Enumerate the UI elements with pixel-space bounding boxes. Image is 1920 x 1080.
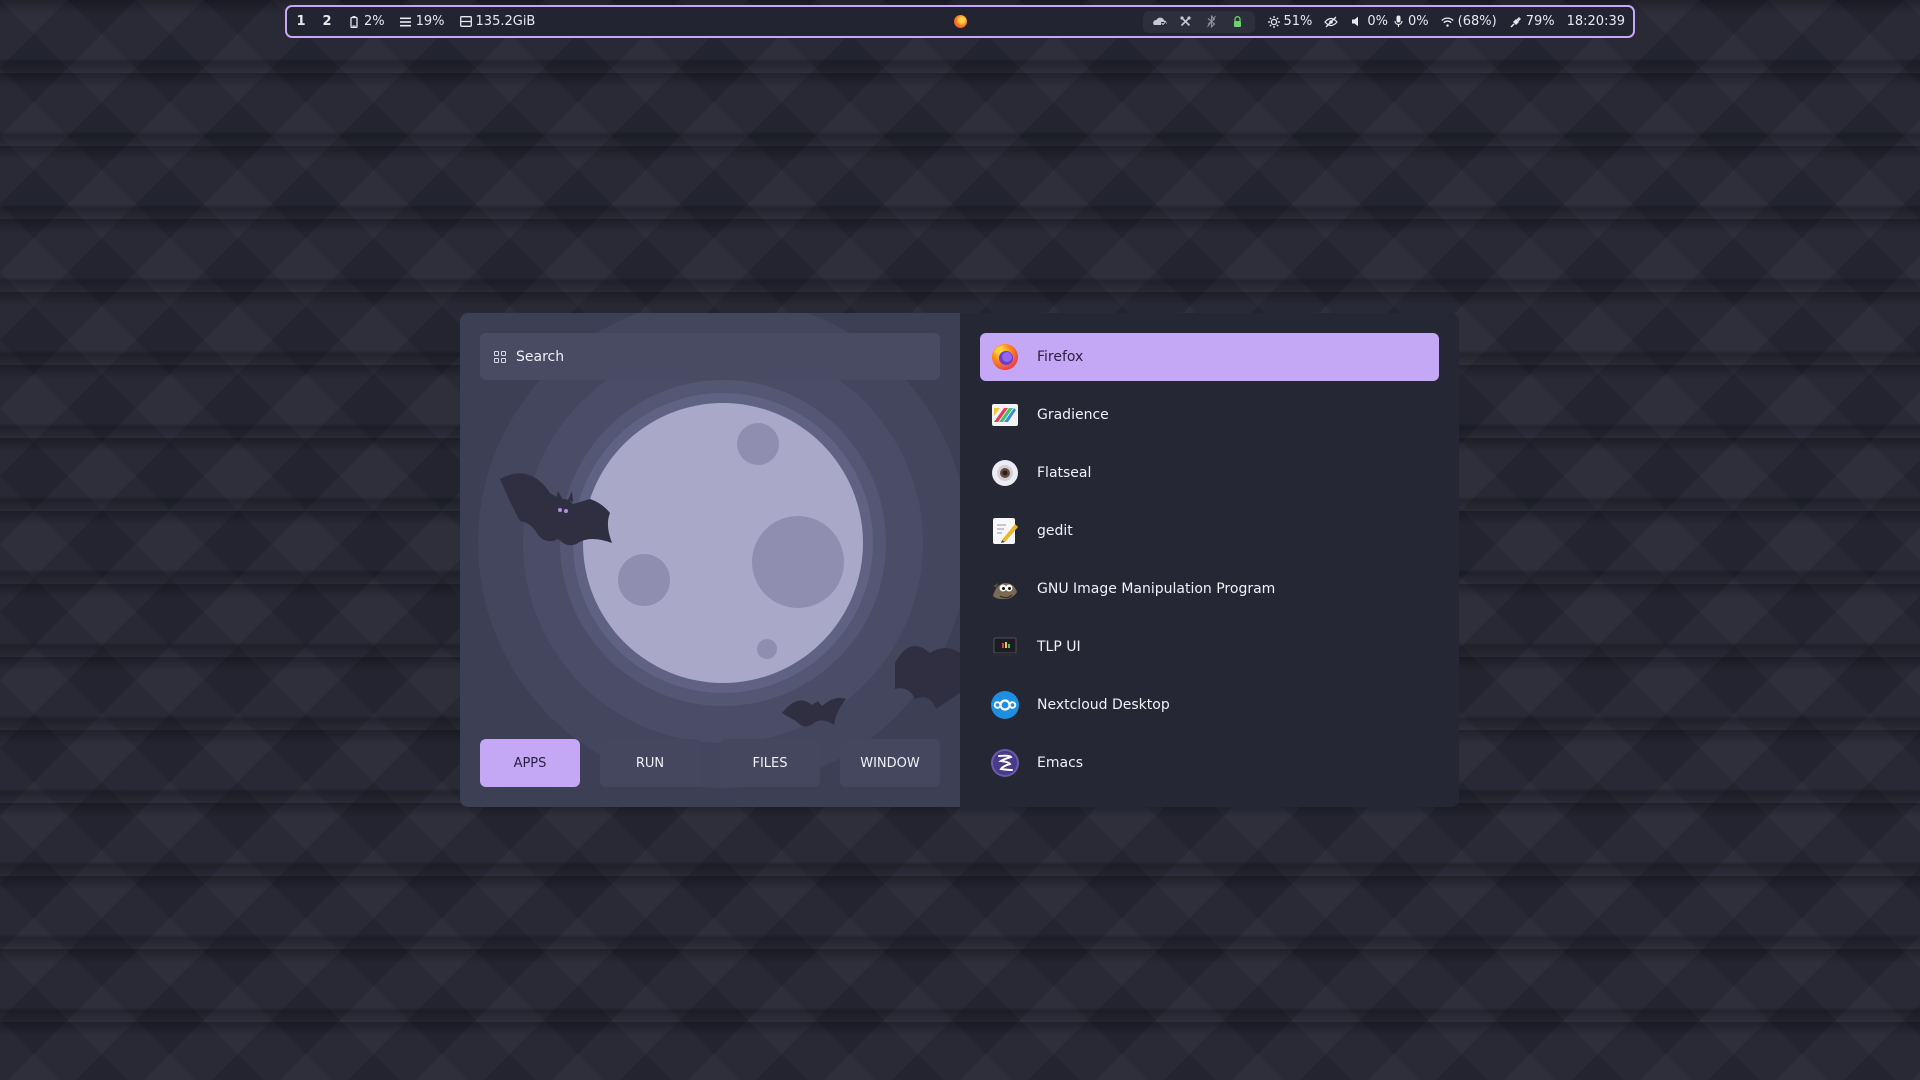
power-value: 79%: [1525, 14, 1555, 29]
gradience-icon: [990, 400, 1020, 430]
list-item-flatseal[interactable]: Flatseal: [980, 449, 1439, 497]
volume-value: 0%: [1367, 14, 1389, 29]
microphone-icon: [1391, 15, 1405, 29]
mode-switcher: APPS RUN FILES WINDOW: [480, 739, 940, 787]
mode-window-button[interactable]: WINDOW: [840, 739, 940, 787]
plug-icon: [1509, 15, 1523, 29]
disk-icon: [459, 15, 473, 29]
workspace-1[interactable]: 1: [295, 14, 307, 29]
power-status[interactable]: 79%: [1509, 14, 1555, 29]
list-item-nextcloud[interactable]: Nextcloud Desktop: [980, 681, 1439, 729]
wifi-status[interactable]: (68%): [1441, 14, 1497, 29]
mic-value: 0%: [1408, 14, 1429, 29]
speaker-mute-icon: [1350, 15, 1364, 29]
app-name: Nextcloud Desktop: [1037, 697, 1170, 713]
audio-status[interactable]: 0% 0%: [1350, 14, 1429, 29]
memory-value: 19%: [415, 14, 445, 29]
firefox-icon[interactable]: [953, 15, 967, 28]
clock[interactable]: 18:20:39: [1567, 14, 1625, 29]
top-bar-center: [940, 15, 980, 28]
disk-status: 135.2GiB: [459, 14, 536, 29]
bluetooth-icon[interactable]: [1203, 15, 1221, 29]
moon-illustration: [478, 313, 960, 788]
mode-files-button[interactable]: FILES: [720, 739, 820, 787]
app-name: Emacs: [1037, 755, 1084, 771]
gimp-icon: [990, 574, 1020, 604]
app-launcher: APPS RUN FILES WINDOW Firefox Gradience …: [460, 313, 1459, 807]
brightness-status[interactable]: 51%: [1267, 14, 1313, 29]
list-item-tlp-ui[interactable]: TLP UI: [980, 623, 1439, 671]
launcher-art-pane: APPS RUN FILES WINDOW: [460, 313, 960, 807]
disk-value: 135.2GiB: [475, 14, 536, 29]
emacs-icon: [990, 748, 1020, 778]
app-list: Firefox Gradience Flatseal gedit GNU Ima…: [960, 313, 1459, 807]
list-item-gradience[interactable]: Gradience: [980, 391, 1439, 439]
brightness-icon: [1267, 15, 1281, 29]
lock-icon[interactable]: [1229, 15, 1247, 29]
memory-status: 19%: [399, 14, 445, 29]
app-name: TLP UI: [1037, 639, 1081, 655]
flatseal-icon: [990, 458, 1020, 488]
tlp-ui-icon: [990, 632, 1020, 662]
memory-icon: [399, 15, 413, 29]
mode-run-button[interactable]: RUN: [600, 739, 700, 787]
app-name: Gradience: [1037, 407, 1109, 423]
search-bar[interactable]: [480, 333, 940, 380]
app-name: GNU Image Manipulation Program: [1037, 581, 1276, 597]
list-item-emacs[interactable]: Emacs: [980, 739, 1439, 787]
system-tray: [1142, 10, 1255, 33]
app-name: gedit: [1037, 523, 1073, 539]
search-input[interactable]: [516, 348, 926, 365]
wifi-value: (68%): [1457, 14, 1497, 29]
battery-value: 2%: [364, 14, 385, 29]
grid-icon: [494, 350, 506, 363]
list-item-gimp[interactable]: GNU Image Manipulation Program: [980, 565, 1439, 613]
brightness-value: 51%: [1283, 14, 1313, 29]
top-bar-left: 1 2 2% 19% 135.2GiB: [295, 14, 940, 29]
cloud-icon[interactable]: [1151, 15, 1169, 29]
gedit-icon: [990, 516, 1020, 546]
battery-icon: [347, 15, 361, 29]
wifi-icon: [1441, 15, 1455, 29]
firefox-icon: [990, 342, 1020, 372]
tools-icon[interactable]: [1177, 15, 1195, 29]
mode-apps-button[interactable]: APPS: [480, 739, 580, 787]
list-item-gedit[interactable]: gedit: [980, 507, 1439, 555]
top-bar: 1 2 2% 19% 135.2GiB 51% 0% 0% (68%) 79% …: [285, 5, 1635, 38]
eye-off-icon[interactable]: [1324, 15, 1339, 29]
nextcloud-icon: [990, 690, 1020, 720]
list-item-firefox[interactable]: Firefox: [980, 333, 1439, 381]
app-name: Firefox: [1037, 349, 1084, 365]
workspace-2[interactable]: 2: [321, 14, 333, 29]
top-bar-right: 51% 0% 0% (68%) 79% 18:20:39: [980, 10, 1625, 33]
battery-status: 2%: [347, 14, 385, 29]
app-name: Flatseal: [1037, 465, 1092, 481]
